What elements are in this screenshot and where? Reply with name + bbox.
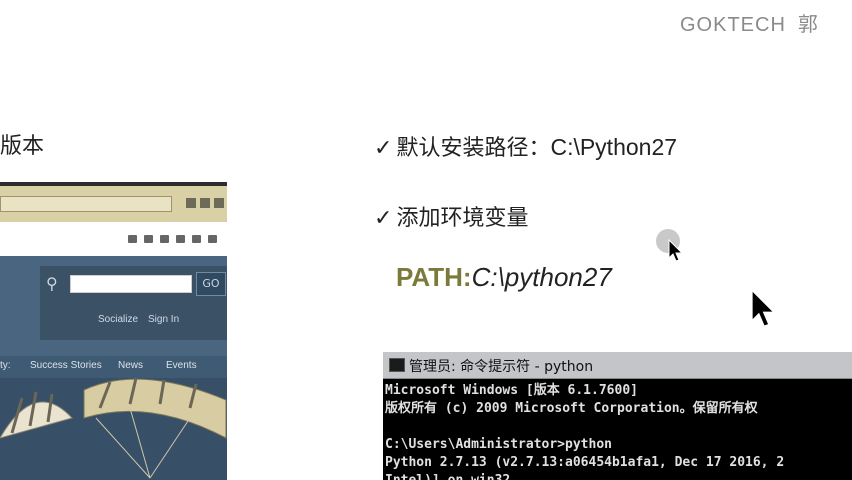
nav-item-success-stories[interactable]: Success Stories [30,360,102,371]
parachute-banner-image [0,377,227,480]
brand-name: GOKTECH [680,14,786,36]
mail-icon[interactable] [160,235,169,243]
home-icon[interactable] [128,235,137,243]
install-path-value: C:\Python27 [550,134,678,160]
bullet-label: 默认安装路径： [396,136,551,161]
bullet-env-variable: ✓ 添加环境变量 [374,200,528,232]
bullet-label: 添加环境变量 [396,206,529,231]
path-env-line: PATH:C:\python27 [396,262,612,293]
search-input[interactable] [70,275,192,293]
console-line: Microsoft Windows [版本 6.1.7600] [385,383,638,398]
nav-item-news[interactable]: News [118,360,143,371]
address-bar[interactable] [0,196,172,212]
socialize-link[interactable]: Socialize [98,314,138,325]
page-icon[interactable] [192,235,201,243]
search-icon: ⚲ [46,274,58,293]
version-heading: 版本 [0,134,45,159]
console-titlebar[interactable]: 管理员: 命令提示符 - python [383,352,852,379]
go-button[interactable]: GO [196,272,226,296]
bullet-install-path: ✓ 默认安装路径：C:\Python27 [374,130,677,162]
tools-icon[interactable] [208,235,217,243]
console-title: 管理员: 命令提示符 - python [409,359,594,375]
arrow-pointer-icon [750,288,777,328]
parachute-icon [0,391,73,439]
browser-toolbar [0,222,227,256]
browser-window: ⚲ GO Socialize Sign In ty: Success Stori… [0,182,227,480]
console-line: Intel)] on win32 [385,472,850,480]
window-button-icon[interactable] [186,198,196,208]
brand-logo: GOKTECH 郭 [680,8,819,37]
sign-in-link[interactable]: Sign In [148,314,179,325]
arrow-pointer-icon [668,239,684,262]
console-icon [389,358,405,372]
window-button-icon[interactable] [214,198,224,208]
nav-item-events[interactable]: Events [166,360,197,371]
check-icon: ✓ [374,136,393,161]
print-icon[interactable] [176,235,185,243]
console-line: Python 2.7.13 (v2.7.13:a06454b1afa1, Dec… [385,455,785,470]
command-prompt-window: 管理员: 命令提示符 - python Microsoft Windows [版… [383,352,852,480]
window-button-icon[interactable] [200,198,210,208]
path-value: C:\python27 [471,262,612,292]
site-nav: ty: Success Stories News Events [0,356,227,378]
path-key: PATH: [396,262,472,292]
check-icon: ✓ [374,206,393,231]
console-output[interactable]: Microsoft Windows [版本 6.1.7600] 版权所有 (c)… [383,379,852,480]
console-line: 版权所有 (c) 2009 Microsoft Corporation。保留所有… [385,401,758,416]
feed-icon[interactable] [144,235,153,243]
console-line: C:\Users\Administrator>python [385,437,612,452]
brand-suffix: 郭 [797,14,819,36]
parachute-icon [83,377,227,479]
nav-item[interactable]: ty: [0,360,11,371]
